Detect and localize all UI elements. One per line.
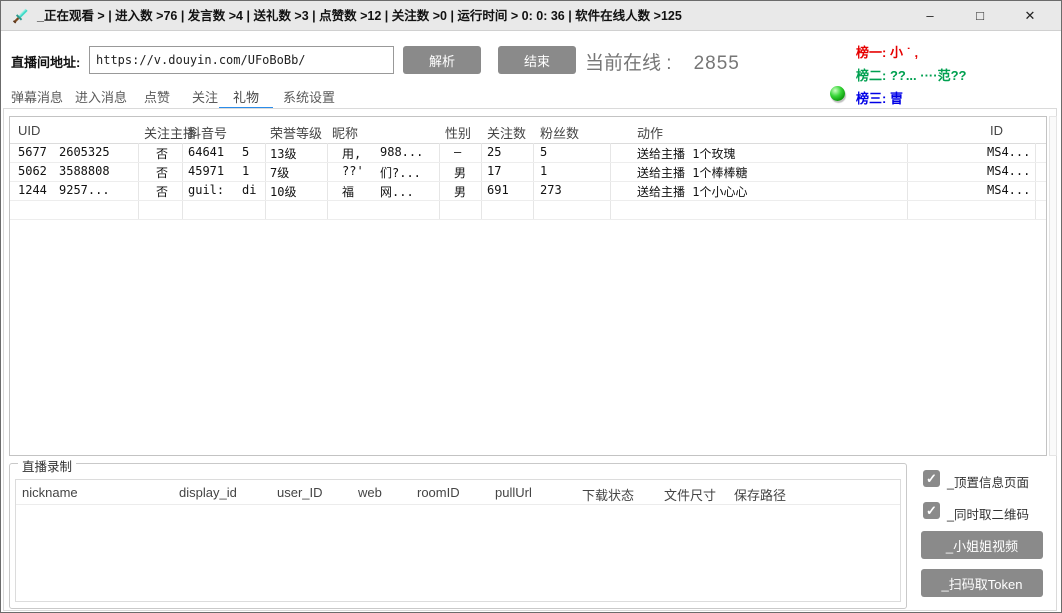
vertical-scrollbar[interactable] bbox=[1049, 116, 1057, 456]
rec-col-web[interactable]: web bbox=[358, 485, 382, 500]
rec-col-download-status[interactable]: 下载状态 bbox=[582, 485, 634, 504]
rec-col-nickname[interactable]: nickname bbox=[22, 485, 78, 500]
rank-1-text: 榜一: 小 ˙ , bbox=[856, 42, 918, 61]
table-row[interactable]: 5062 3588808 否 45971 1 7级 ??' 们?... 男 17… bbox=[10, 162, 1046, 181]
rec-col-save-path[interactable]: 保存路径 bbox=[734, 485, 786, 504]
rec-col-display-id[interactable]: display_id bbox=[179, 485, 237, 500]
scan-token-button[interactable]: _扫码取Token bbox=[921, 569, 1043, 597]
col-uid[interactable]: UID bbox=[18, 123, 40, 138]
col-follows[interactable]: 关注数 bbox=[487, 123, 526, 142]
app-window: _正在观看 > | 进入数 >76 | 发言数 >4 | 送礼数 >3 | 点赞… bbox=[0, 0, 1062, 613]
col-action[interactable]: 动作 bbox=[637, 123, 663, 142]
tab-likes[interactable]: 点赞 bbox=[135, 87, 179, 105]
tab-gifts[interactable]: 礼物 bbox=[219, 87, 273, 105]
rec-col-file-size[interactable]: 文件尺寸 bbox=[664, 485, 716, 504]
stream-url-input[interactable] bbox=[89, 46, 394, 74]
window-title: _正在观看 > | 进入数 >76 | 发言数 >4 | 送礼数 >3 | 点赞… bbox=[37, 1, 682, 31]
stream-url-label: 直播间地址: bbox=[11, 52, 80, 71]
diamond-sword-icon bbox=[11, 7, 29, 25]
parse-button[interactable]: 解析 bbox=[403, 46, 481, 74]
col-nickname[interactable]: 昵称 bbox=[332, 123, 358, 142]
qr-code-checkbox[interactable] bbox=[923, 502, 940, 519]
gift-table: UID 关注主播 抖音号 荣誉等级 昵称 性别 关注数 粉丝数 动作 ID 56… bbox=[9, 116, 1047, 456]
minimize-button[interactable]: – bbox=[905, 1, 955, 31]
recording-group-label: 直播录制 bbox=[18, 456, 76, 475]
col-fans[interactable]: 粉丝数 bbox=[540, 123, 579, 142]
col-gender[interactable]: 性别 bbox=[445, 123, 471, 142]
maximize-button[interactable]: □ bbox=[955, 1, 1005, 31]
girl-video-button[interactable]: _小姐姐视频 bbox=[921, 531, 1043, 559]
rec-col-pull-url[interactable]: pullUrl bbox=[495, 485, 532, 500]
tab-enter-messages[interactable]: 进入消息 bbox=[71, 87, 131, 105]
pin-info-label: _顶置信息页面 bbox=[947, 472, 1029, 491]
rec-col-user-id[interactable]: user_ID bbox=[277, 485, 323, 500]
online-count: 当前在线 : 2855 bbox=[585, 48, 740, 75]
recording-groupbox: 直播录制 nickname display_id user_ID web roo… bbox=[9, 463, 907, 609]
tab-system-settings[interactable]: 系统设置 bbox=[277, 87, 341, 105]
close-button[interactable]: ✕ bbox=[1005, 1, 1055, 31]
online-count-value: 2855 bbox=[694, 53, 740, 74]
tab-danmu-messages[interactable]: 弹幕消息 bbox=[7, 87, 67, 105]
col-honor[interactable]: 荣誉等级 bbox=[270, 123, 322, 142]
rank-3-text: 榜三: 曺 bbox=[856, 88, 903, 107]
table-row[interactable]: 5677 2605325 否 64641 5 13级 用, 988... – 2… bbox=[10, 143, 1046, 162]
window-controls: – □ ✕ bbox=[905, 1, 1055, 31]
green-ball-icon bbox=[830, 86, 845, 101]
col-douyin-id[interactable]: 抖音号 bbox=[188, 123, 227, 142]
stop-button[interactable]: 结束 bbox=[498, 46, 576, 74]
title-bar[interactable]: _正在观看 > | 进入数 >76 | 发言数 >4 | 送礼数 >3 | 点赞… bbox=[1, 1, 1061, 31]
qr-code-label: _同时取二维码 bbox=[947, 504, 1029, 523]
col-id[interactable]: ID bbox=[990, 123, 1003, 138]
table-row[interactable]: 1244 9257... 否 guil: di 10级 福 网... 男 691… bbox=[10, 181, 1046, 200]
online-count-label: 当前在线 : bbox=[585, 53, 672, 74]
rec-col-room-id[interactable]: roomID bbox=[417, 485, 460, 500]
rank-2-text: 榜二: ??... ····范?? bbox=[856, 65, 966, 84]
recording-list: nickname display_id user_ID web roomID p… bbox=[15, 479, 901, 602]
pin-info-checkbox[interactable] bbox=[923, 470, 940, 487]
